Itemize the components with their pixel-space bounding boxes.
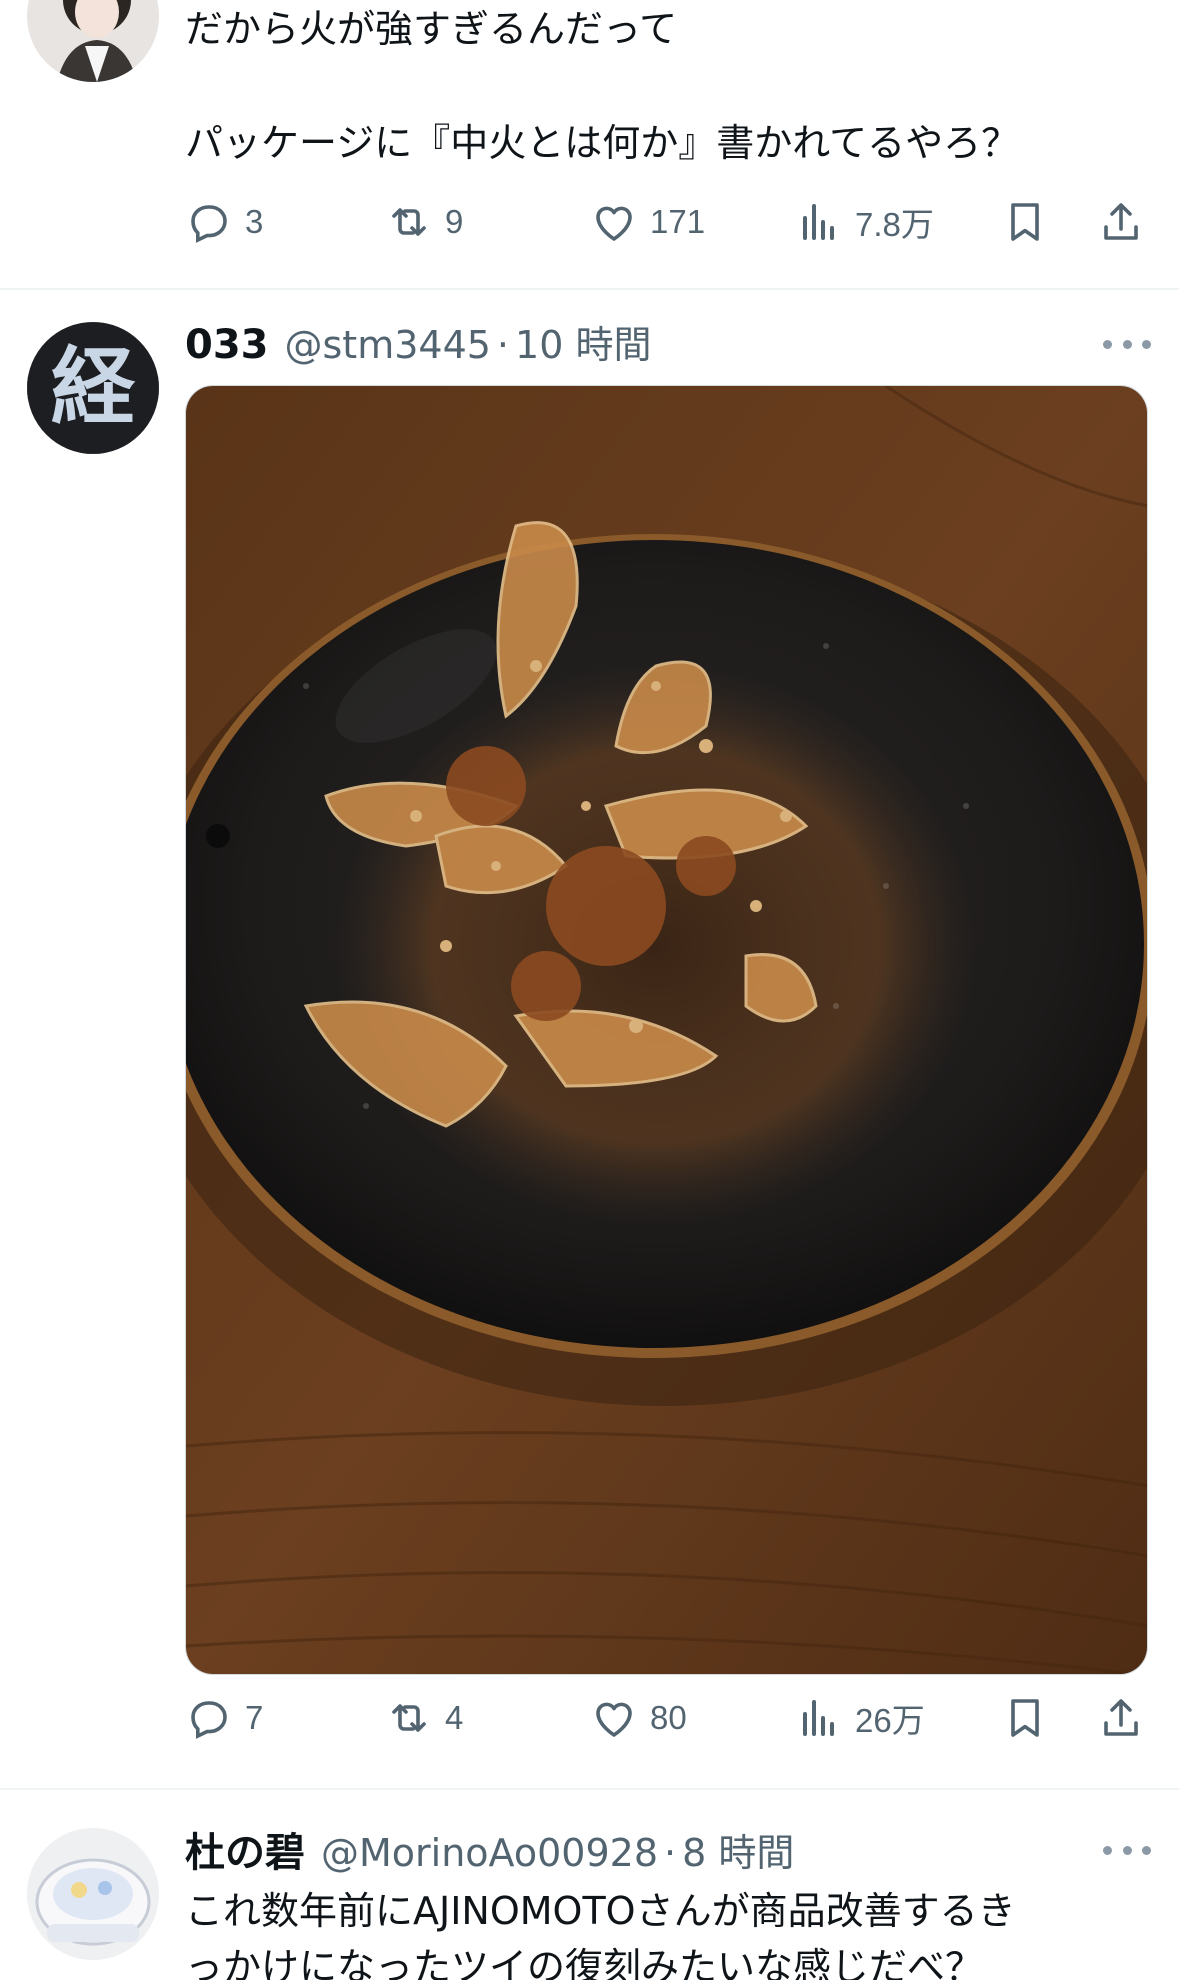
retweet-icon xyxy=(392,208,426,236)
user-handle[interactable]: @MorinoAo00928 xyxy=(321,1831,658,1875)
user-handle[interactable]: @stm3445 xyxy=(285,323,491,367)
views-button[interactable]: 7.8万 xyxy=(795,192,934,252)
tweet-3: 杜の碧 @MorinoAo00928 · 8 時間 これ数年前にAJINOMOT… xyxy=(0,1790,1179,1980)
reply-icon xyxy=(191,205,227,243)
avatar-glyph: 経 xyxy=(51,338,136,436)
tweet-text-line: パッケージに『中火とは何か』書かれてるやろ？ xyxy=(185,121,1020,165)
tweet-header: 033 @stm3445 · 10 時間 xyxy=(185,314,651,374)
bookmark-button[interactable] xyxy=(1001,1688,1049,1748)
more-button[interactable] xyxy=(1103,1844,1151,1856)
tweet-text-line: だから火が強すぎるんだって xyxy=(185,7,678,51)
reply-count: 7 xyxy=(245,1699,264,1736)
tweet-1: だから火が強すぎるんだって パッケージに『中火とは何か』書かれてるやろ？ 3 9… xyxy=(0,0,1179,290)
more-icon-dot xyxy=(1122,339,1132,349)
retweet-count: 4 xyxy=(445,1699,464,1736)
bookmark-button[interactable] xyxy=(1001,192,1049,252)
tweet-photo[interactable] xyxy=(185,385,1148,1675)
share-button[interactable] xyxy=(1097,1688,1145,1748)
separator-dot: · xyxy=(664,1831,677,1875)
more-icon-dot xyxy=(1103,339,1112,349)
more-icon-dot xyxy=(1142,339,1151,349)
views-icon xyxy=(803,204,834,240)
heart-icon xyxy=(596,1702,632,1737)
views-button[interactable]: 26万 xyxy=(795,1688,925,1748)
avatar[interactable] xyxy=(27,0,159,82)
photo-frying-pan xyxy=(186,386,1147,1674)
action-bar: 3 9 171 7.8万 xyxy=(185,192,1145,252)
reply-icon xyxy=(191,1701,227,1739)
reply-button[interactable]: 7 xyxy=(185,1688,263,1748)
display-name[interactable]: 033 xyxy=(185,322,269,368)
reply-button[interactable]: 3 xyxy=(185,192,263,252)
views-count: 26万 xyxy=(855,1702,925,1739)
tweet-text-line: これ数年前にAJINOMOTOさんが商品改善するき xyxy=(185,1889,1016,1933)
like-count: 171 xyxy=(650,203,706,240)
timestamp[interactable]: 10 時間 xyxy=(515,314,651,369)
bookmark-icon xyxy=(1011,203,1039,241)
like-button[interactable]: 80 xyxy=(590,1688,687,1748)
like-count: 80 xyxy=(650,1699,687,1736)
avatar[interactable]: 経 xyxy=(27,322,159,454)
bookmark-icon xyxy=(1011,1699,1039,1737)
more-icon-dot xyxy=(1122,1845,1132,1855)
display-name[interactable]: 杜の碧 xyxy=(185,1820,305,1878)
tweet-text-line: っかけになったツイの復刻みたいな感じだべ？ xyxy=(185,1945,984,1980)
share-icon xyxy=(1104,1699,1138,1736)
avatar[interactable] xyxy=(27,1828,159,1960)
share-icon xyxy=(1104,203,1138,240)
separator-dot: · xyxy=(496,323,510,367)
retweet-icon xyxy=(392,1704,426,1732)
reply-count: 3 xyxy=(245,203,264,240)
views-count: 7.8万 xyxy=(855,206,934,243)
more-icon-dot xyxy=(1103,1845,1112,1855)
retweet-count: 9 xyxy=(445,203,464,240)
retweet-button[interactable]: 9 xyxy=(385,192,463,252)
heart-icon xyxy=(596,206,632,241)
tweet-header: 杜の碧 @MorinoAo00928 · 8 時間 xyxy=(185,1820,794,1880)
more-button[interactable] xyxy=(1103,338,1151,350)
more-icon-dot xyxy=(1142,1845,1151,1855)
views-icon xyxy=(803,1700,834,1736)
share-button[interactable] xyxy=(1097,192,1145,252)
timestamp[interactable]: 8 時間 xyxy=(682,1822,794,1877)
like-button[interactable]: 171 xyxy=(590,192,705,252)
action-bar: 7 4 80 26万 xyxy=(185,1688,1145,1748)
retweet-button[interactable]: 4 xyxy=(385,1688,463,1748)
